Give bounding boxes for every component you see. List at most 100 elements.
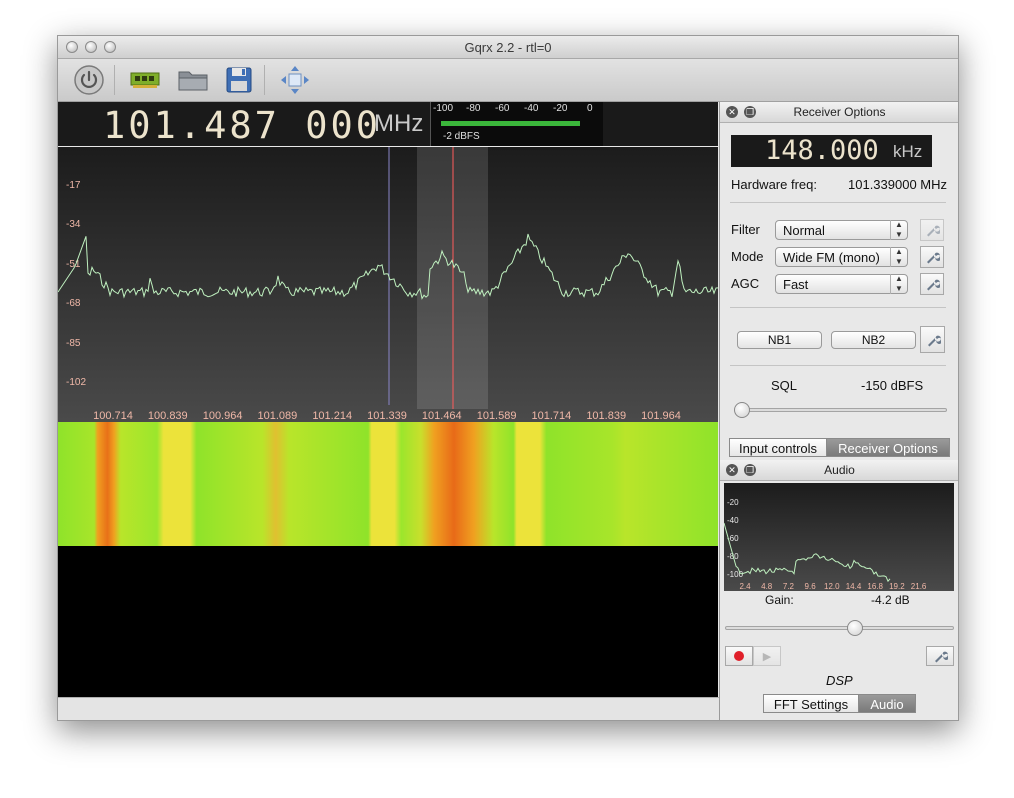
floppy-save-icon (226, 67, 252, 93)
dock-title-text: Receiver Options (793, 105, 886, 119)
gain-slider-track[interactable] (725, 626, 954, 630)
tab-audio[interactable]: Audio (858, 694, 916, 713)
hardware-board-icon (130, 72, 160, 88)
main-toolbar (58, 59, 958, 102)
spectrum-x-label: 100.964 (203, 410, 243, 422)
audio-fft-background (724, 483, 954, 591)
squelch-slider-track[interactable] (735, 408, 947, 412)
audio-y-label: -40 (727, 516, 739, 525)
gain-value: -4.2 dB (871, 593, 910, 607)
filter-select-value: Normal (783, 223, 825, 238)
offset-display[interactable]: 148.000 kHz (731, 135, 932, 167)
audio-y-label: -20 (727, 498, 739, 507)
start-stop-dsp-button[interactable] (72, 63, 106, 97)
dsp-label: DSP (826, 673, 853, 688)
folder-open-icon (178, 71, 208, 91)
meter-tick-label: -40 (524, 103, 539, 114)
offset-value: 148.000 (765, 135, 879, 166)
audio-x-label: 7.2 (783, 582, 795, 591)
waterfall (58, 422, 718, 546)
audio-x-label: 16.8 (867, 582, 883, 591)
power-icon (74, 65, 104, 95)
wrench-icon (935, 651, 948, 663)
sql-value: -150 dBFS (861, 378, 924, 393)
audio-y-label: -100 (727, 570, 744, 579)
spectrum-x-label: 101.964 (641, 410, 681, 422)
audio-x-label: 21.6 (911, 582, 927, 591)
sql-label: SQL (771, 378, 798, 393)
offset-unit: kHz (893, 142, 923, 161)
audio-fft-plot: -20-40-60-80-100 2.4 4.8 7.2 9.6 12.0 14.4 16.… (724, 483, 954, 591)
record-button[interactable] (725, 646, 753, 666)
spectrum-x-label: 101.589 (477, 410, 517, 422)
spectrum-x-label: 101.714 (532, 410, 572, 422)
meter-reading: -2 dBFS (443, 131, 480, 142)
tab-receiver-options[interactable]: Receiver Options (826, 438, 950, 457)
spectrum-y-label: -85 (66, 338, 81, 349)
mode-options-button[interactable] (920, 246, 944, 268)
squelch-slider-knob[interactable] (734, 402, 750, 418)
waterfall-empty (58, 546, 718, 697)
mode-select-value: Wide FM (mono) (783, 250, 880, 265)
load-settings-button[interactable] (176, 63, 210, 97)
io-devices-button[interactable] (128, 63, 162, 97)
meter-tick-label: -60 (495, 103, 510, 114)
noise-blanker-options-button[interactable] (920, 326, 945, 353)
spectrum-y-label: -34 (66, 219, 81, 230)
gain-label: Gain: (765, 593, 794, 607)
audio-options-button[interactable] (926, 646, 954, 666)
play-button[interactable]: ▶ (753, 646, 781, 666)
meter-tick-label: -100 (433, 103, 454, 114)
spectrum-x-label: 100.714 (93, 410, 133, 422)
audio-dock-title: ✕ ❐ Audio (720, 460, 958, 481)
toolbar-separator (264, 65, 265, 95)
frequency-bar: 101.487 000 MHz -100 -80 -60 -40 -20 0 -… (58, 102, 718, 147)
audio-x-label: 12.0 (824, 582, 840, 591)
agc-select[interactable]: Fast ▲ ▼ (775, 274, 908, 294)
updown-arrows-icon: ▲ ▼ (890, 220, 907, 240)
meter-tick-label: 0 (587, 103, 593, 114)
save-settings-button[interactable] (222, 63, 256, 97)
signal-level-meter: -100 -80 -60 -40 -20 0 -2 dBFS (430, 102, 603, 146)
gain-slider-knob[interactable] (847, 620, 863, 636)
spectrum-x-label: 101.214 (312, 410, 352, 422)
spectrum-plot[interactable]: -17-34-51-68-85-102 100.714 100.839 100.96… (58, 147, 719, 697)
audio-x-label: 4.8 (761, 582, 773, 591)
frequency-readout[interactable]: 101.487 000 (103, 104, 381, 147)
wrench-icon (927, 225, 940, 237)
filter-options-button[interactable] (920, 219, 944, 241)
mode-select[interactable]: Wide FM (mono) ▲ ▼ (775, 247, 908, 267)
separator (730, 202, 946, 203)
spectrum-x-label: 101.464 (422, 410, 462, 422)
dock-windows-button[interactable] (278, 63, 312, 97)
tab-input-controls[interactable]: Input controls (729, 438, 827, 457)
updown-arrows-icon: ▲ ▼ (890, 274, 907, 294)
toolbar-separator (114, 65, 115, 95)
app-window: Gqrx 2.2 - rtl=0 101.487 000 MHz -100 -8… (57, 35, 959, 721)
frequency-unit: MHz (374, 110, 424, 137)
nb1-button[interactable]: NB1 (737, 331, 822, 349)
wrench-icon (927, 335, 941, 346)
fft-panel[interactable]: -17 -34 -51 -68 -85 -102 100.714 100.839 100.96… (58, 147, 719, 697)
dock-title-text: Audio (824, 463, 855, 477)
side-panel: ✕ ❐ Receiver Options 148.000 kHz Hardwar… (719, 102, 958, 720)
hardware-freq-label: Hardware freq: (731, 177, 817, 192)
title-bar: Gqrx 2.2 - rtl=0 (58, 36, 958, 59)
spectrum-x-label: 100.839 (148, 410, 188, 422)
agc-options-button[interactable] (920, 273, 944, 295)
tab-fft-settings[interactable]: FFT Settings (763, 694, 859, 713)
spectrum-y-label: -68 (66, 298, 81, 309)
spectrum-background (58, 147, 718, 422)
spectrum-y-label: -102 (66, 377, 86, 388)
status-bar (58, 697, 719, 720)
mode-label: Mode (731, 249, 764, 264)
meter-tick-label: -20 (553, 103, 568, 114)
audio-x-label: 14.4 (846, 582, 862, 591)
wrench-icon (927, 279, 940, 291)
filter-select[interactable]: Normal ▲ ▼ (775, 220, 908, 240)
meter-level-bar (441, 121, 580, 126)
play-icon: ▶ (762, 650, 772, 663)
nb2-button[interactable]: NB2 (831, 331, 916, 349)
record-icon (734, 651, 744, 661)
audio-fft-x-axis: 2.4 4.8 7.2 9.6 12.0 14.4 16.8 19.2 21.6 (739, 582, 926, 591)
